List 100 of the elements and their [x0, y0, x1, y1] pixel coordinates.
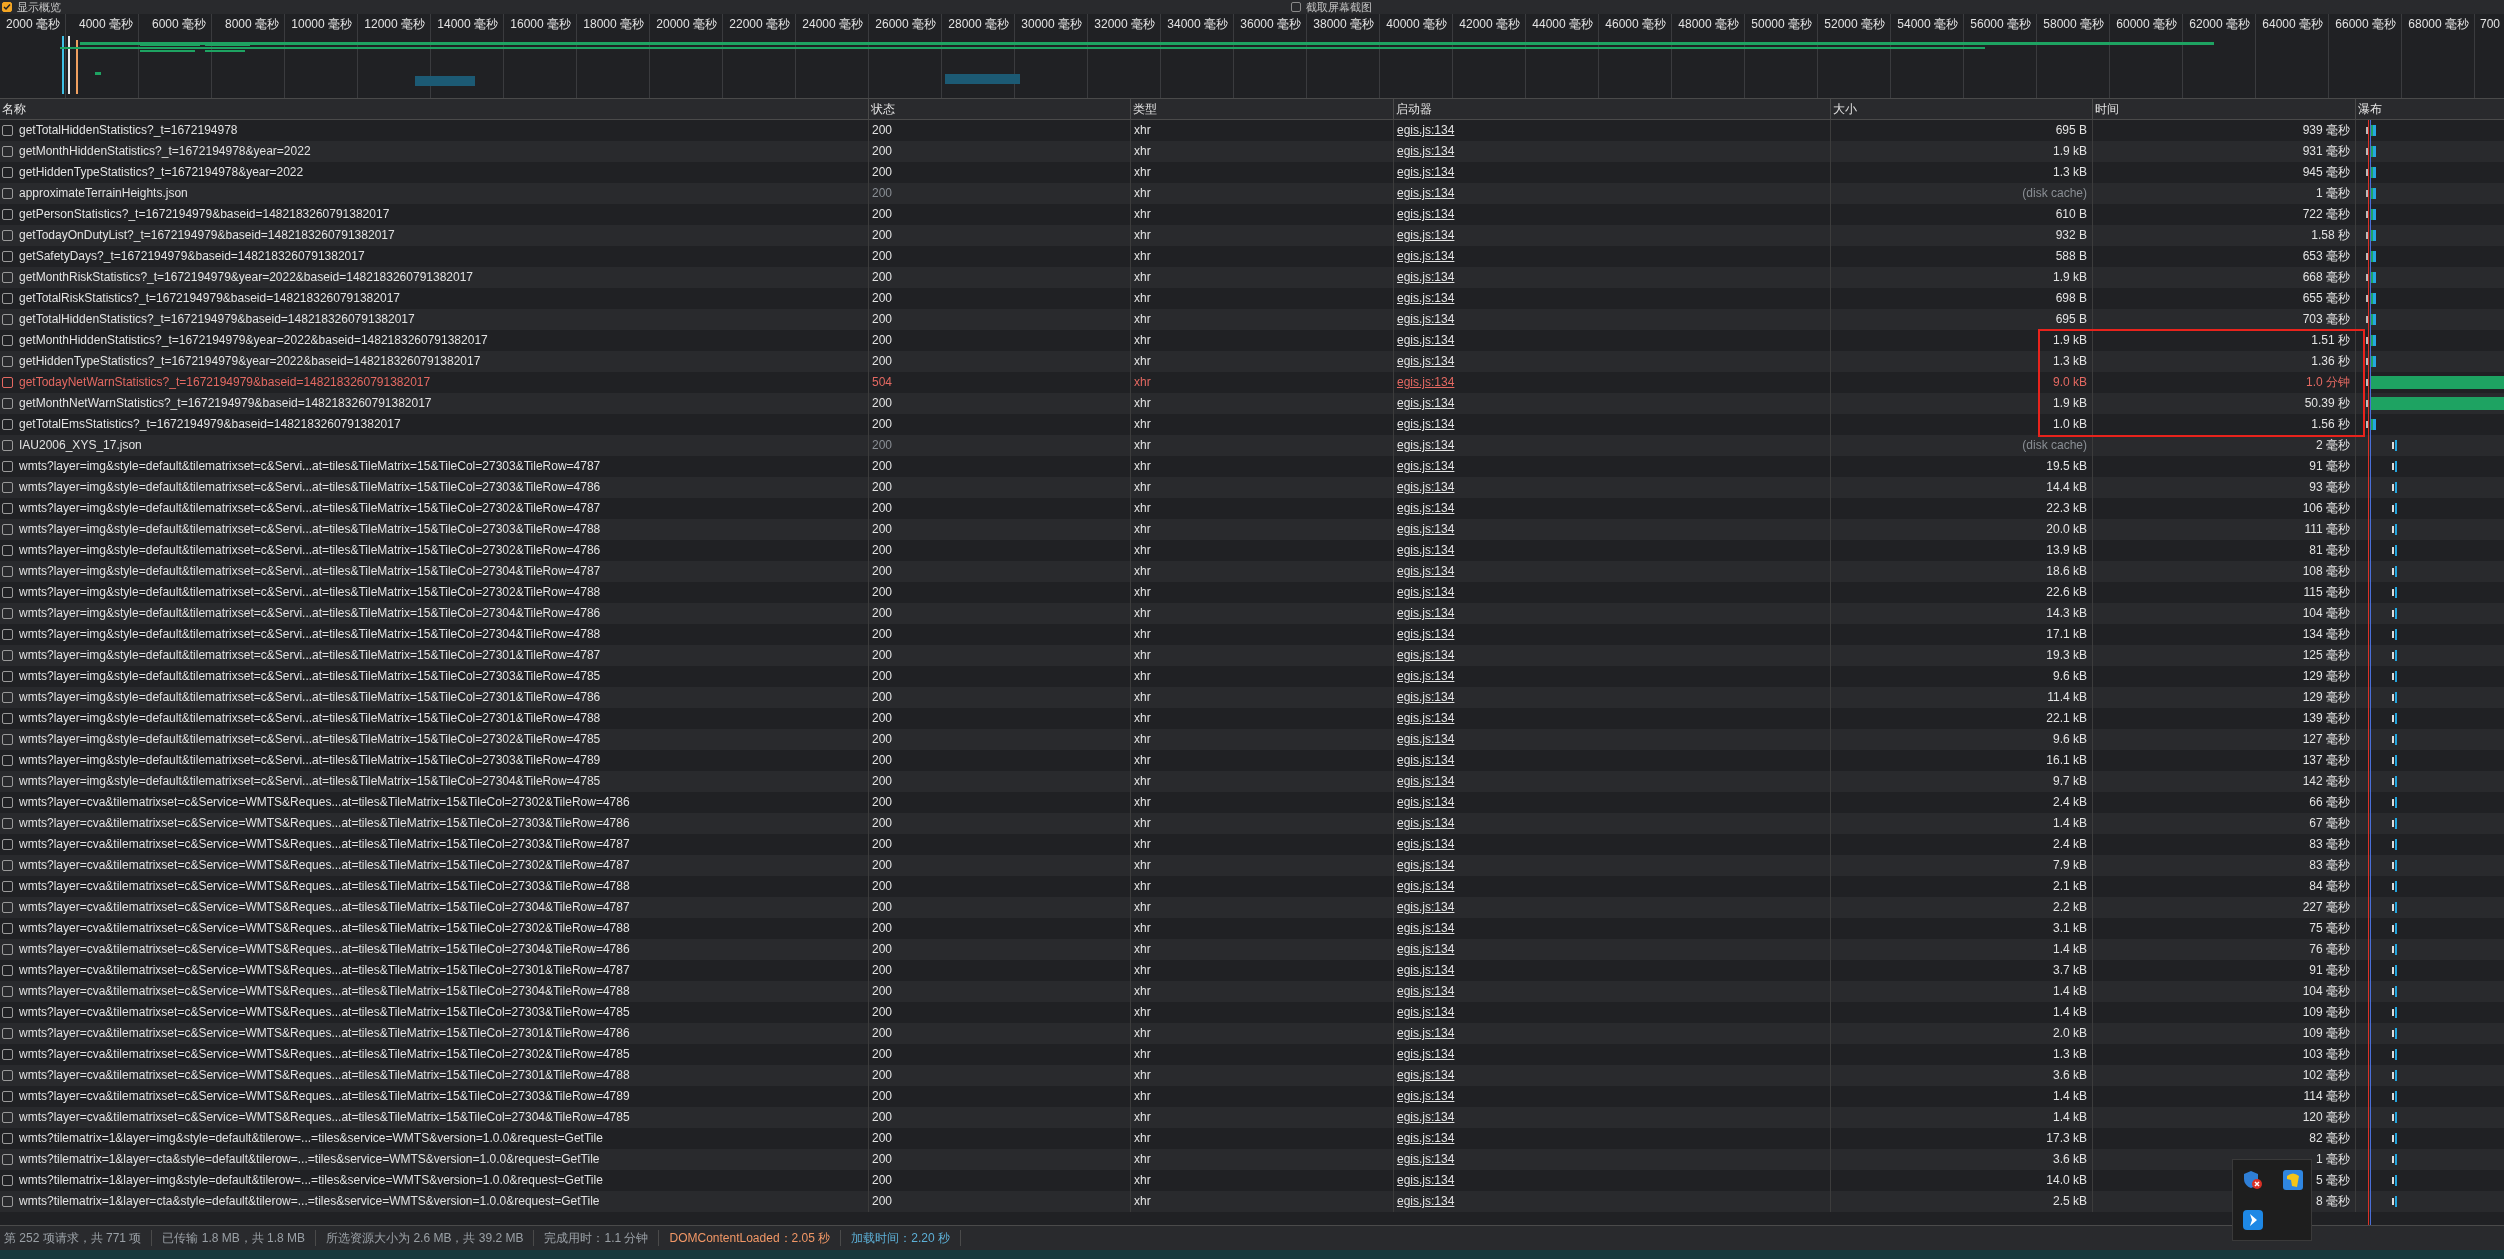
request-name[interactable]: wmts?layer=cva&tilematrixset=c&Service=WMTS&Reques...at=tiles&TileMatrix=15&TileCol=27304&TileRow=4787 — [19, 897, 630, 918]
row-checkbox[interactable] — [2, 902, 13, 913]
row-checkbox[interactable] — [2, 734, 13, 745]
request-name[interactable]: wmts?layer=cva&tilematrixset=c&Service=WMTS&Reques...at=tiles&TileMatrix=15&TileCol=27302&TileRow=4785 — [19, 1044, 630, 1065]
initiator-link[interactable]: egis.js:134 — [1397, 645, 1455, 666]
request-name[interactable]: wmts?layer=cva&tilematrixset=c&Service=WMTS&Reques...at=tiles&TileMatrix=15&TileCol=27301&TileRow=4786 — [19, 1023, 630, 1044]
row-checkbox[interactable] — [2, 482, 13, 493]
row-checkbox[interactable] — [2, 1049, 13, 1060]
shield-icon[interactable] — [2243, 1170, 2263, 1190]
request-name[interactable]: wmts?tilematrix=1&layer=img&style=default&tilerow=...=tiles&service=WMTS&version=1.0.0&request=GetTile — [19, 1128, 603, 1149]
request-name[interactable]: getTodayNetWarnStatistics?_t=1672194979&baseid=1482183260791382017 — [19, 372, 431, 393]
initiator-link[interactable]: egis.js:134 — [1397, 120, 1455, 141]
initiator-link[interactable]: egis.js:134 — [1397, 141, 1455, 162]
initiator-link[interactable]: egis.js:134 — [1397, 1023, 1455, 1044]
initiator-link[interactable]: egis.js:134 — [1397, 939, 1455, 960]
request-name[interactable]: wmts?layer=cva&tilematrixset=c&Service=WMTS&Reques...at=tiles&TileMatrix=15&TileCol=27302&TileRow=4788 — [19, 918, 630, 939]
request-name[interactable]: wmts?layer=cva&tilematrixset=c&Service=WMTS&Reques...at=tiles&TileMatrix=15&TileCol=27304&TileRow=4785 — [19, 1107, 630, 1128]
overview-option[interactable]: 截取屏幕截图 — [1291, 0, 1372, 14]
initiator-link[interactable]: egis.js:134 — [1397, 1191, 1455, 1212]
row-checkbox[interactable] — [2, 335, 13, 346]
row-checkbox[interactable] — [2, 839, 13, 850]
row-checkbox[interactable] — [2, 923, 13, 934]
initiator-link[interactable]: egis.js:134 — [1397, 687, 1455, 708]
row-checkbox[interactable] — [2, 1112, 13, 1123]
request-name[interactable]: getSafetyDays?_t=1672194979&baseid=1482183260791382017 — [19, 246, 365, 267]
row-checkbox[interactable] — [2, 377, 13, 388]
request-name[interactable]: wmts?layer=img&style=default&tilematrixset=c&Servi...at=tiles&TileMatrix=15&TileCol=27302&TileRow=4788 — [19, 582, 601, 603]
initiator-link[interactable]: egis.js:134 — [1397, 519, 1455, 540]
request-name[interactable]: wmts?layer=cva&tilematrixset=c&Service=WMTS&Reques...at=tiles&TileMatrix=15&TileCol=27303&TileRow=4787 — [19, 834, 630, 855]
request-name[interactable]: getMonthHiddenStatistics?_t=1672194978&year=2022 — [19, 141, 311, 162]
request-name[interactable]: wmts?layer=img&style=default&tilematrixset=c&Servi...at=tiles&TileMatrix=15&TileCol=27303&TileRow=4789 — [19, 750, 601, 771]
initiator-link[interactable]: egis.js:134 — [1397, 1002, 1455, 1023]
row-checkbox[interactable] — [2, 944, 13, 955]
request-name[interactable]: wmts?layer=cva&tilematrixset=c&Service=WMTS&Reques...at=tiles&TileMatrix=15&TileCol=27303&TileRow=4786 — [19, 813, 630, 834]
row-checkbox[interactable] — [2, 776, 13, 787]
request-name[interactable]: wmts?layer=img&style=default&tilematrixset=c&Servi...at=tiles&TileMatrix=15&TileCol=27303&TileRow=4786 — [19, 477, 601, 498]
overview-option[interactable]: 显示概览 — [2, 0, 61, 14]
row-checkbox[interactable] — [2, 167, 13, 178]
request-name[interactable]: getHiddenTypeStatistics?_t=1672194979&year=2022&baseid=1482183260791382017 — [19, 351, 481, 372]
row-checkbox[interactable] — [2, 650, 13, 661]
initiator-link[interactable]: egis.js:134 — [1397, 582, 1455, 603]
row-checkbox[interactable] — [2, 608, 13, 619]
request-name[interactable]: getTotalHiddenStatistics?_t=1672194979&baseid=1482183260791382017 — [19, 309, 415, 330]
row-checkbox[interactable] — [2, 671, 13, 682]
initiator-link[interactable]: egis.js:134 — [1397, 960, 1455, 981]
initiator-link[interactable]: egis.js:134 — [1397, 708, 1455, 729]
request-name[interactable]: wmts?layer=cva&tilematrixset=c&Service=WMTS&Reques...at=tiles&TileMatrix=15&TileCol=27304&TileRow=4786 — [19, 939, 630, 960]
row-checkbox[interactable] — [2, 1196, 13, 1207]
initiator-link[interactable]: egis.js:134 — [1397, 750, 1455, 771]
row-checkbox[interactable] — [2, 713, 13, 724]
request-name[interactable]: wmts?layer=img&style=default&tilematrixset=c&Servi...at=tiles&TileMatrix=15&TileCol=27304&TileRow=4785 — [19, 771, 601, 792]
row-checkbox[interactable] — [2, 461, 13, 472]
initiator-link[interactable]: egis.js:134 — [1397, 330, 1455, 351]
row-checkbox[interactable] — [2, 146, 13, 157]
request-name[interactable]: wmts?layer=cva&tilematrixset=c&Service=WMTS&Reques...at=tiles&TileMatrix=15&TileCol=27303&TileRow=4785 — [19, 1002, 630, 1023]
request-name[interactable]: wmts?layer=img&style=default&tilematrixset=c&Servi...at=tiles&TileMatrix=15&TileCol=27302&TileRow=4786 — [19, 540, 601, 561]
request-name[interactable]: wmts?layer=cva&tilematrixset=c&Service=WMTS&Reques...at=tiles&TileMatrix=15&TileCol=27302&TileRow=4787 — [19, 855, 630, 876]
row-checkbox[interactable] — [2, 1028, 13, 1039]
column-header[interactable]: 启动器 — [1393, 99, 1830, 119]
initiator-link[interactable]: egis.js:134 — [1397, 351, 1455, 372]
initiator-link[interactable]: egis.js:134 — [1397, 204, 1455, 225]
initiator-link[interactable]: egis.js:134 — [1397, 456, 1455, 477]
request-name[interactable]: wmts?layer=cva&tilematrixset=c&Service=WMTS&Reques...at=tiles&TileMatrix=15&TileCol=27301&TileRow=4787 — [19, 960, 630, 981]
row-checkbox[interactable] — [2, 524, 13, 535]
row-checkbox[interactable] — [2, 1091, 13, 1102]
initiator-link[interactable]: egis.js:134 — [1397, 246, 1455, 267]
row-checkbox[interactable] — [2, 230, 13, 241]
row-checkbox[interactable] — [2, 587, 13, 598]
column-header[interactable]: 类型 — [1130, 99, 1393, 119]
initiator-link[interactable]: egis.js:134 — [1397, 771, 1455, 792]
row-checkbox[interactable] — [2, 545, 13, 556]
row-checkbox[interactable] — [2, 1070, 13, 1081]
initiator-link[interactable]: egis.js:134 — [1397, 876, 1455, 897]
row-checkbox[interactable] — [2, 566, 13, 577]
initiator-link[interactable]: egis.js:134 — [1397, 162, 1455, 183]
initiator-link[interactable]: egis.js:134 — [1397, 981, 1455, 1002]
initiator-link[interactable]: egis.js:134 — [1397, 1044, 1455, 1065]
initiator-link[interactable]: egis.js:134 — [1397, 561, 1455, 582]
request-name[interactable]: wmts?layer=cva&tilematrixset=c&Service=WMTS&Reques...at=tiles&TileMatrix=15&TileCol=27303&TileRow=4789 — [19, 1086, 630, 1107]
request-name[interactable]: getHiddenTypeStatistics?_t=1672194978&year=2022 — [19, 162, 304, 183]
request-name[interactable]: getTotalHiddenStatistics?_t=1672194978 — [19, 120, 238, 141]
request-name[interactable]: wmts?layer=img&style=default&tilematrixset=c&Servi...at=tiles&TileMatrix=15&TileCol=27304&TileRow=4786 — [19, 603, 601, 624]
initiator-link[interactable]: egis.js:134 — [1397, 477, 1455, 498]
checkbox[interactable] — [1291, 2, 1301, 12]
initiator-link[interactable]: egis.js:134 — [1397, 1065, 1455, 1086]
request-name[interactable]: wmts?layer=cva&tilematrixset=c&Service=WMTS&Reques...at=tiles&TileMatrix=15&TileCol=27304&TileRow=4788 — [19, 981, 630, 1002]
row-checkbox[interactable] — [2, 1133, 13, 1144]
column-header[interactable]: 状态 — [868, 99, 1130, 119]
request-name[interactable]: wmts?tilematrix=1&layer=cta&style=default&tilerow=...=tiles&service=WMTS&version=1.0.0&request=GetTile — [19, 1149, 600, 1170]
request-name[interactable]: wmts?layer=img&style=default&tilematrixset=c&Servi...at=tiles&TileMatrix=15&TileCol=27304&TileRow=4788 — [19, 624, 601, 645]
row-checkbox[interactable] — [2, 419, 13, 430]
request-name[interactable]: getTodayOnDutyList?_t=1672194979&baseid=1482183260791382017 — [19, 225, 395, 246]
column-header[interactable]: 瀑布 — [2355, 99, 2504, 119]
request-name[interactable]: getTotalRiskStatistics?_t=1672194979&baseid=1482183260791382017 — [19, 288, 400, 309]
initiator-link[interactable]: egis.js:134 — [1397, 435, 1455, 456]
row-checkbox[interactable] — [2, 440, 13, 451]
row-checkbox[interactable] — [2, 188, 13, 199]
initiator-link[interactable]: egis.js:134 — [1397, 918, 1455, 939]
initiator-link[interactable]: egis.js:134 — [1397, 393, 1455, 414]
request-name[interactable]: wmts?tilematrix=1&layer=cta&style=default&tilerow=...=tiles&service=WMTS&version=1.0.0&request=GetTile — [19, 1191, 600, 1212]
